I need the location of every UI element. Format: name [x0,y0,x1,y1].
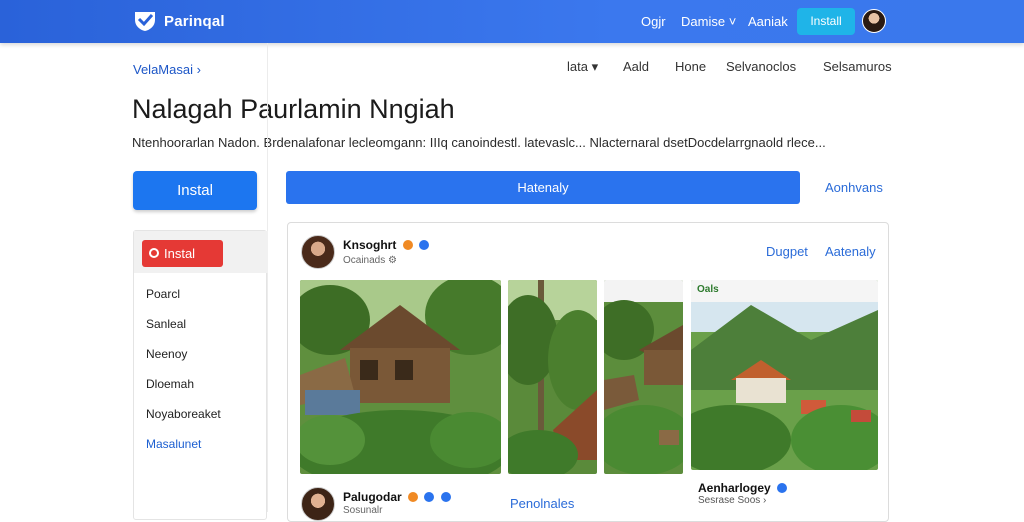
nav-link-1[interactable]: Ogjr [641,14,666,29]
footer-author-avatar[interactable] [301,487,335,521]
verified-icon [424,492,435,502]
post-photo-4[interactable]: Oals [691,280,878,470]
install-top-button[interactable]: Install [797,8,855,35]
sidebar-install-button[interactable]: Instal [142,240,223,267]
post-author-avatar[interactable] [301,235,335,269]
sec-nav-item-4[interactable]: Selvanoclos [726,59,796,74]
sidebar-header: Instal [134,231,268,273]
page-subtitle: Ntenhoorarlan Nadon. Brdenalafonar lecle… [132,135,826,150]
install-button[interactable]: Instal [133,171,257,210]
right-action-link[interactable]: Aonhvans [825,180,883,195]
sidebar-item-6[interactable]: Masalunet [146,437,201,451]
post-photo-2[interactable] [508,280,597,474]
verified-icon [777,483,788,493]
brand-name[interactable]: Parinqal [164,13,225,30]
sidebar-item-4[interactable]: Dloemah [146,377,194,391]
footer-meta: Sosunalr [343,505,383,516]
sec-nav-item-2[interactable]: Aald [623,59,649,74]
sec-nav-item-1[interactable]: lata ▾ [567,59,598,75]
breadcrumb[interactable]: VelaMasai › [133,62,201,77]
gear-icon: ⚙ [388,255,397,266]
sidebar-item-1[interactable]: Poarcl [146,287,180,301]
top-bar: Parinqal Ogjr Damise ˅ Aaniak Install [0,0,1024,43]
footer-link[interactable]: Penolnales [510,496,574,511]
sidebar-item-5[interactable]: Noyaboreaket [146,407,221,421]
chevron-down-icon: ˅ [728,14,737,29]
caption-meta: Sesrase Soos › [698,495,767,506]
divider [267,43,268,512]
caption-author[interactable]: Aenharlogey [698,481,788,495]
sec-nav-item-5[interactable]: Selsamuros [823,59,892,74]
sidebar-item-3[interactable]: Neenoy [146,347,187,361]
post-photo-1[interactable] [300,280,501,474]
sidebar-panel: Instal Poarcl Sanleal Neenoy Dloemah Noy… [133,230,268,520]
shield-logo-icon[interactable] [133,10,157,32]
sec-nav-item-3[interactable]: Hone [675,59,706,74]
verified-icon [440,492,451,502]
post-photo-3[interactable] [604,280,683,474]
post-author[interactable]: Knsoghrt [343,238,430,252]
primary-action-button[interactable]: Hatenaly [286,171,800,204]
nav-link-3[interactable]: Aaniak [748,14,788,29]
fire-icon [402,240,413,250]
post-link-2[interactable]: Aatenaly [825,244,876,259]
photo-label: Oals [697,284,719,295]
footer-author[interactable]: Palugodar [343,490,451,504]
sidebar-item-2[interactable]: Sanleal [146,317,186,331]
post-card: Knsoghrt Ocainads ⚙ Dugpet Aatenaly Oals… [287,222,889,522]
page-title: Nalagah Paurlamin Nngiah [132,94,455,124]
post-link-1[interactable]: Dugpet [766,244,808,259]
verified-icon [419,240,430,250]
user-avatar[interactable] [862,9,886,33]
post-meta: Ocainads ⚙ [343,255,397,266]
nav-link-2[interactable]: Damise ˅ [681,14,736,29]
fire-icon [408,492,419,502]
record-icon [149,248,159,258]
